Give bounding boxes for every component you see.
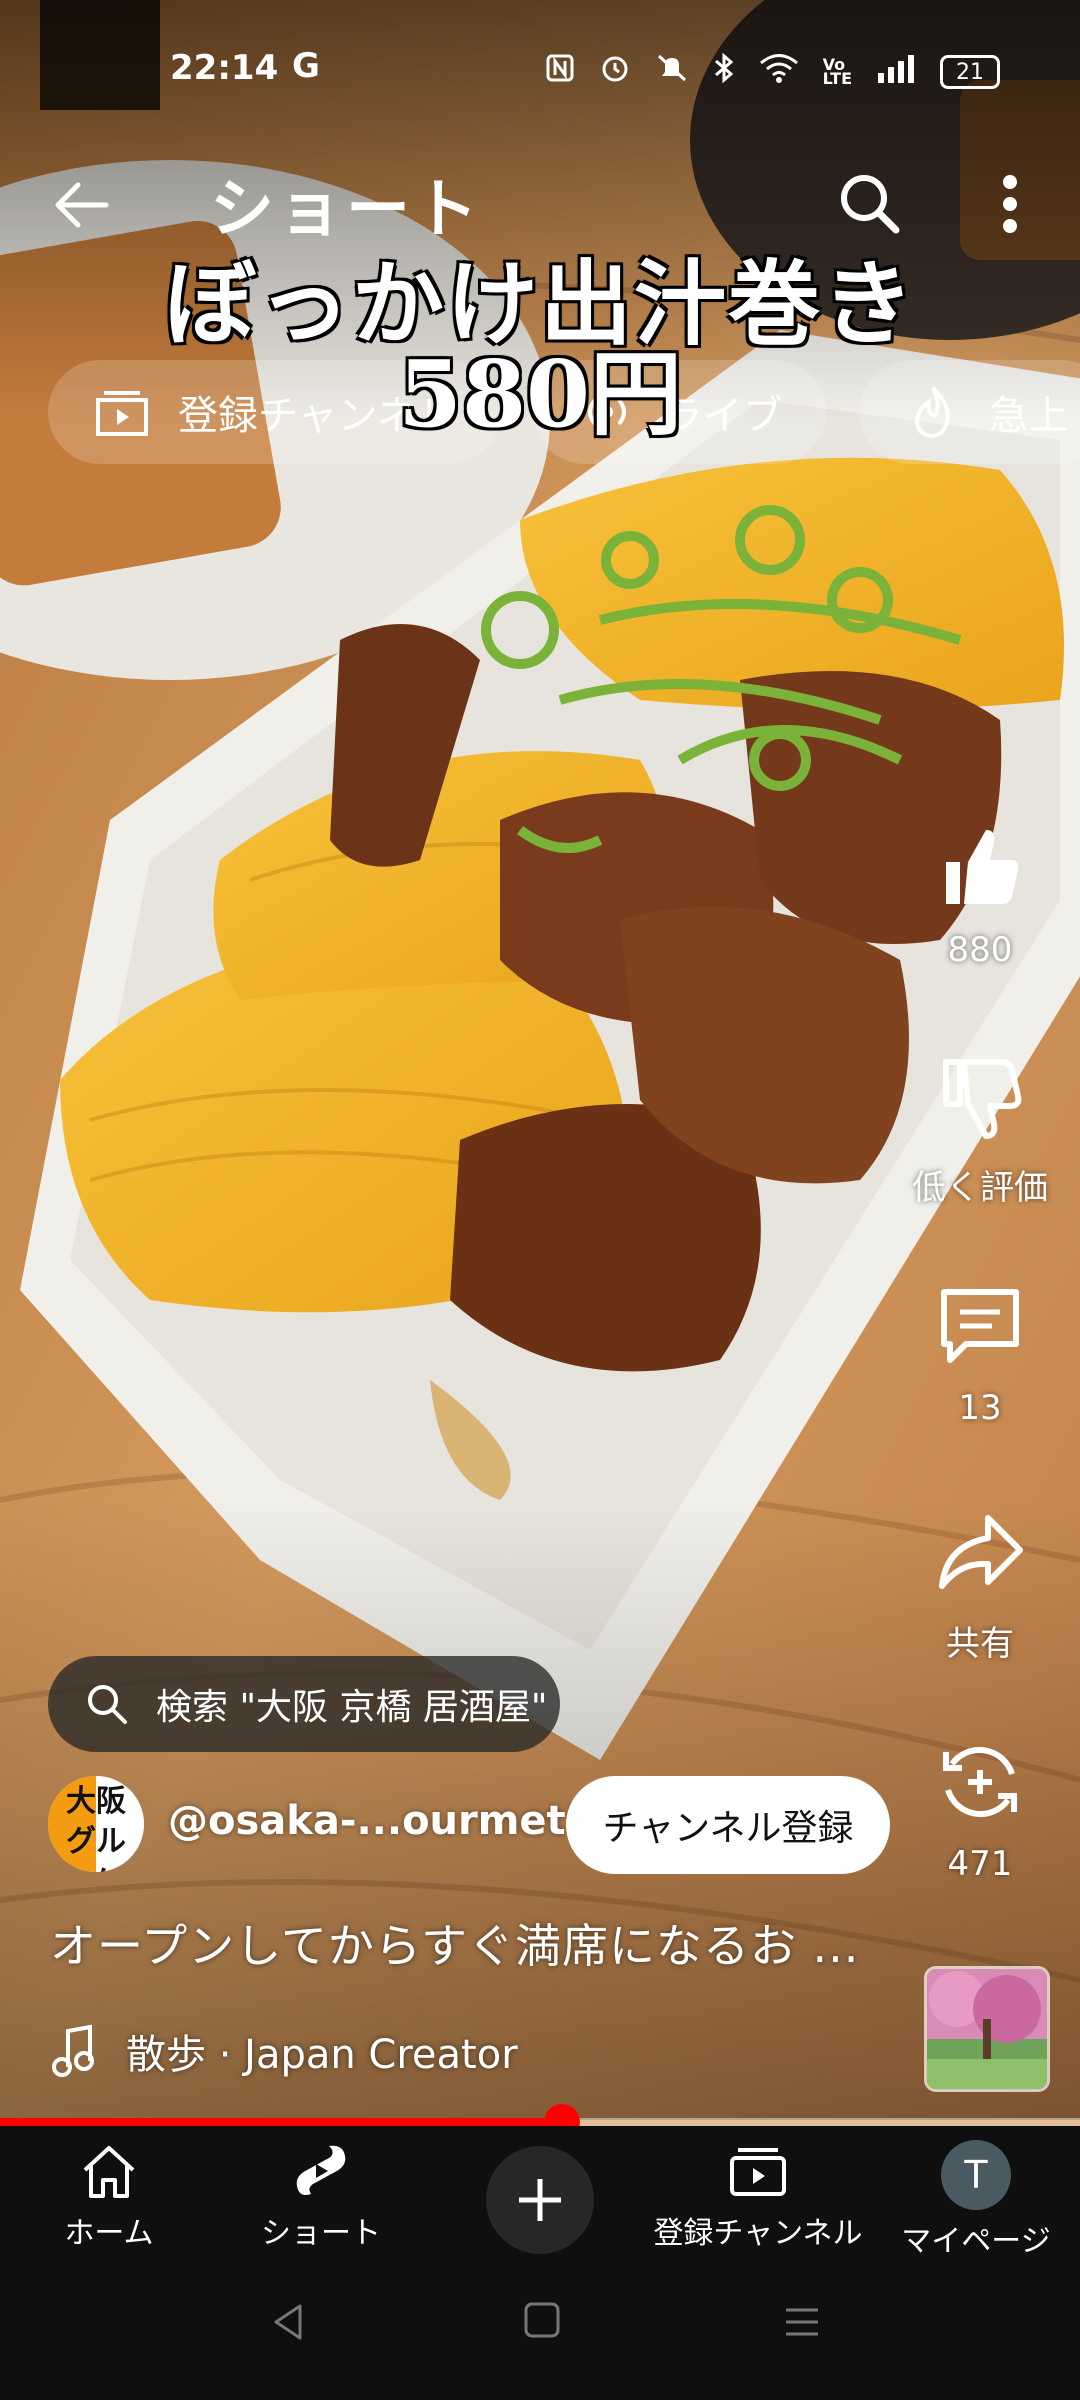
nav-subscriptions-label: 登録チャンネル <box>653 2216 863 2251</box>
video-progress-bar[interactable] <box>0 2104 1080 2140</box>
nav-home-label: ホーム <box>64 2216 154 2251</box>
nav-mypage-label: マイページ <box>901 2224 1051 2259</box>
share-icon <box>939 1515 1023 1589</box>
shorts-icon <box>296 2145 346 2195</box>
system-back-icon[interactable] <box>266 2300 310 2344</box>
search-icon <box>88 1685 127 1724</box>
dislike-label: 低く評価 <box>912 1168 1048 1208</box>
search-suggestion[interactable]: 検索 "大阪 京橋 居酒屋" <box>48 1656 560 1752</box>
search-suggestion-text: 検索 "大阪 京橋 居酒屋" <box>156 1687 548 1728</box>
like-count: 880 <box>947 930 1013 970</box>
nav-shorts[interactable]: ショート <box>256 2140 386 2252</box>
dislike-button[interactable]: 低く評価 <box>880 1050 1080 1209</box>
subscriptions-icon <box>730 2148 786 2196</box>
wifi-icon <box>759 52 799 92</box>
share-button[interactable]: 共有 <box>880 1506 1080 1665</box>
alarm-icon <box>599 52 631 92</box>
home-icon <box>83 2146 135 2198</box>
battery-icon: 21 <box>940 55 1000 89</box>
plus-icon <box>519 2179 561 2221</box>
status-icons: Vo LTE 21 <box>545 52 1000 92</box>
nav-mypage[interactable]: T マイページ <box>896 2140 1056 2260</box>
cherry-blossom-image <box>927 1969 1047 2089</box>
comment-icon <box>941 1289 1019 1363</box>
remix-count: 471 <box>947 1844 1013 1884</box>
bottom-navigation: ホーム ショート 登録チャンネル T マイページ <box>0 2126 1080 2259</box>
user-avatar: T <box>941 2140 1011 2210</box>
music-label: 散歩 · Japan Creator <box>126 2032 518 2078</box>
remix-icon <box>943 1747 1017 1817</box>
remix-button[interactable]: 471 <box>880 1734 1080 1884</box>
video-description[interactable]: オープンしてからすぐ満席になるお ... <box>50 1910 859 1976</box>
system-home-icon[interactable] <box>522 2300 562 2340</box>
mute-icon <box>655 52 689 92</box>
google-icon: G <box>292 46 320 86</box>
comment-count: 13 <box>958 1388 1002 1428</box>
thumbs-down-icon <box>943 1059 1022 1139</box>
progress-fill <box>0 2118 562 2126</box>
channel-avatar[interactable]: 大阪 グルメ <box>48 1776 144 1872</box>
comment-button[interactable]: 13 <box>880 1278 1080 1428</box>
create-button[interactable] <box>486 2146 594 2254</box>
nav-subscriptions[interactable]: 登録チャンネル <box>648 2140 868 2252</box>
channel-handle[interactable]: @osaka-...ourmet1 <box>168 1798 594 1844</box>
share-label: 共有 <box>946 1624 1014 1664</box>
system-recents-icon[interactable] <box>782 2302 822 2342</box>
avatar-text: 大阪 グルメ <box>66 1784 126 1872</box>
subscribe-button[interactable]: チャンネル登録 <box>566 1776 890 1874</box>
system-navigation <box>0 2256 1080 2400</box>
nav-home[interactable]: ホーム <box>54 2140 164 2252</box>
music-note-icon <box>52 2024 94 2077</box>
status-bar: 22:14 G Vo LTE 21 <box>0 0 1080 140</box>
thumbs-up-icon <box>946 830 1019 904</box>
like-button[interactable]: 880 <box>880 820 1080 970</box>
music-thumbnail[interactable] <box>924 1966 1050 2092</box>
music-info[interactable]: 散歩 · Japan Creator <box>50 2022 518 2080</box>
nav-shorts-label: ショート <box>261 2216 381 2251</box>
nfc-icon <box>545 53 575 91</box>
video-caption-line2: 580円 <box>397 340 683 448</box>
signal-icon <box>876 53 916 91</box>
status-time: 22:14 <box>170 48 279 88</box>
volte-icon: Vo LTE <box>822 55 852 88</box>
bluetooth-icon <box>713 52 735 92</box>
channel-row: 大阪 グルメ @osaka-...ourmet1 チャンネル登録 <box>48 1776 908 1876</box>
